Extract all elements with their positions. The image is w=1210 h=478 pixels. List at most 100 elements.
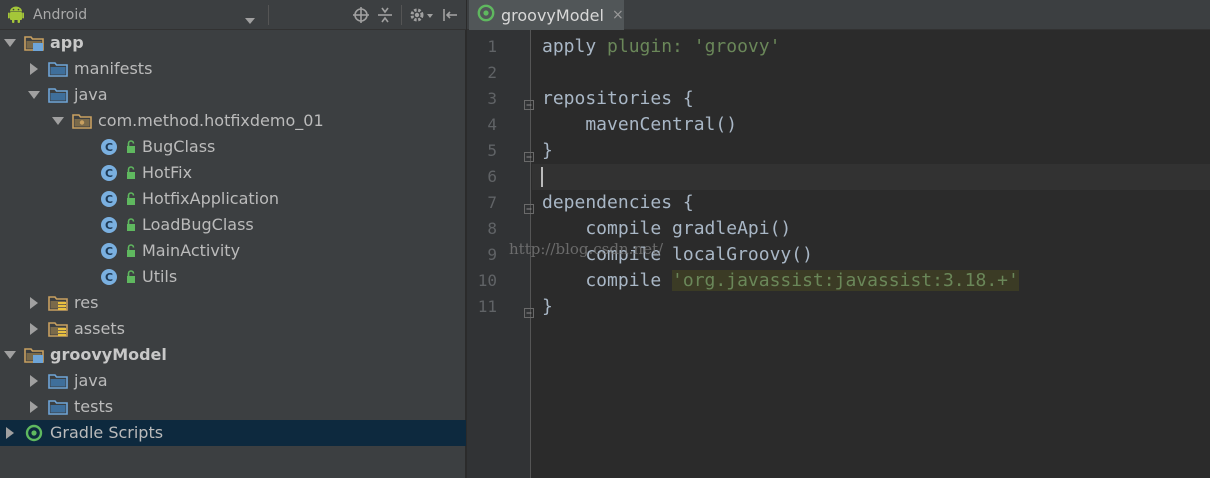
tree-item-label: com.method.hotfixdemo_01: [98, 111, 324, 130]
tab-label: groovyModel: [501, 5, 604, 25]
expand-arrow-right-icon[interactable]: [28, 297, 40, 309]
expand-arrow-down-icon[interactable]: [52, 115, 64, 127]
toolbar-divider: [268, 5, 269, 25]
tree-item-bugclass[interactable]: C BugClass: [0, 134, 466, 160]
collapse-icon: [378, 7, 392, 23]
project-view-selector[interactable]: Android: [5, 3, 263, 27]
tab-groovymodel[interactable]: groovyModel ×: [469, 0, 624, 30]
svg-text:C: C: [105, 219, 113, 232]
expand-arrow-right-icon[interactable]: [28, 63, 40, 75]
expand-arrow-right-icon[interactable]: [28, 375, 40, 387]
tree-item-com-method-hotfixdemo-01[interactable]: com.method.hotfixdemo_01: [0, 108, 466, 134]
class-icon: C: [100, 268, 140, 286]
svg-text:C: C: [105, 245, 113, 258]
gradle-icon: [24, 424, 44, 442]
tree-item-hotfix[interactable]: C HotFix: [0, 160, 466, 186]
android-icon: [5, 4, 27, 26]
line-number: 7: [487, 193, 497, 212]
current-line-highlight: [532, 164, 1210, 190]
code-token: repositories {: [542, 88, 694, 109]
code-line: }: [542, 294, 553, 320]
expand-arrow-right-icon[interactable]: [28, 401, 40, 413]
class-icon: C: [100, 138, 140, 156]
line-number: 5: [487, 141, 497, 160]
tree-item-groovymodel[interactable]: groovyModel: [0, 342, 466, 368]
svg-text:C: C: [105, 193, 113, 206]
code-token: dependencies {: [542, 192, 694, 213]
code-token: }: [542, 296, 553, 317]
tree-item-utils[interactable]: C Utils: [0, 264, 466, 290]
settings-button[interactable]: [407, 5, 435, 25]
tree-item-label: LoadBugClass: [142, 215, 254, 234]
folder-icon: [48, 86, 68, 104]
tree-item-hotfixapplication[interactable]: C HotfixApplication: [0, 186, 466, 212]
line-number: 10: [477, 271, 497, 290]
code-token: compile gradleApi(): [542, 218, 792, 239]
tree-item-res[interactable]: res: [0, 290, 466, 316]
tree-item-java[interactable]: java: [0, 82, 466, 108]
hide-panel-icon: [443, 9, 457, 21]
code-line: mavenCentral(): [542, 112, 737, 138]
expand-arrow-down-icon[interactable]: [28, 89, 40, 101]
toolbar-divider: [401, 5, 402, 25]
tree-item-manifests[interactable]: manifests: [0, 56, 466, 82]
tree-item-java[interactable]: java: [0, 368, 466, 394]
tree-item-label: java: [74, 85, 108, 104]
editor-panel: groovyModel × 1 2 3 4 5 6 7 8 9 10 11 apply plugin…: [467, 0, 1210, 478]
tree-item-tests[interactable]: tests: [0, 394, 466, 420]
expand-arrow-right-icon[interactable]: [28, 323, 40, 335]
line-number: 3: [487, 89, 497, 108]
tree-item-mainactivity[interactable]: C MainActivity: [0, 238, 466, 264]
project-toolbar: Android: [0, 0, 466, 30]
class-icon: C: [100, 242, 140, 260]
tree-item-label: res: [74, 293, 99, 312]
string-literal: 'groovy': [693, 36, 781, 57]
tree-item-label: BugClass: [142, 137, 216, 156]
folder-icon: [48, 398, 68, 416]
tree-item-app[interactable]: app: [0, 30, 466, 56]
code-line: }: [542, 138, 553, 164]
collapse-all-button[interactable]: [375, 5, 395, 25]
line-number: 8: [487, 219, 497, 238]
chevron-down-icon: [245, 10, 255, 29]
close-icon[interactable]: ×: [612, 7, 624, 23]
text-caret: [541, 167, 543, 187]
tree-item-label: HotFix: [142, 163, 193, 182]
code-token: mavenCentral(): [542, 114, 738, 135]
svg-text:C: C: [105, 167, 113, 180]
code-line: apply plugin: 'groovy': [542, 34, 780, 60]
editor-tab-bar: groovyModel ×: [467, 0, 1210, 30]
expand-arrow-down-icon[interactable]: [4, 349, 16, 361]
tree-item-label: tests: [74, 397, 114, 416]
code-token: apply: [542, 36, 608, 57]
module-folder-icon: [24, 34, 44, 52]
tree-item-loadbugclass[interactable]: C LoadBugClass: [0, 212, 466, 238]
svg-text:C: C: [105, 271, 113, 284]
hide-panel-button[interactable]: [440, 5, 460, 25]
class-icon: C: [100, 190, 140, 208]
tree-item-assets[interactable]: assets: [0, 316, 466, 342]
expand-arrow-right-icon[interactable]: [4, 427, 16, 439]
project-view-label: Android: [33, 7, 88, 23]
code-token: compile: [542, 270, 673, 291]
project-panel: Android app manifests java com.method.ho…: [0, 0, 466, 478]
tree-item-label: groovyModel: [50, 345, 167, 364]
folder-icon: [48, 372, 68, 390]
gradle-icon: [477, 4, 495, 26]
scroll-from-source-button[interactable]: [351, 5, 371, 25]
tree-item-label: Utils: [142, 267, 178, 286]
line-number: 2: [487, 63, 497, 82]
expand-arrow-down-icon[interactable]: [4, 37, 16, 49]
line-number: 11: [477, 297, 497, 316]
watermark: http://blog.csdn.net/: [509, 240, 664, 258]
crosshair-icon: [353, 7, 369, 23]
tree-item-label: manifests: [74, 59, 153, 78]
tree-item-label: assets: [74, 319, 125, 338]
folder-icon: [48, 60, 68, 78]
code-line: compile 'org.javassist:javassist:3.18.+': [542, 268, 1019, 294]
module-folder-icon: [24, 346, 44, 364]
tree-item-label: java: [74, 371, 108, 390]
code-line: compile gradleApi(): [542, 216, 791, 242]
code-token: }: [542, 140, 553, 161]
tree-item-gradle-scripts[interactable]: Gradle Scripts: [0, 420, 466, 446]
